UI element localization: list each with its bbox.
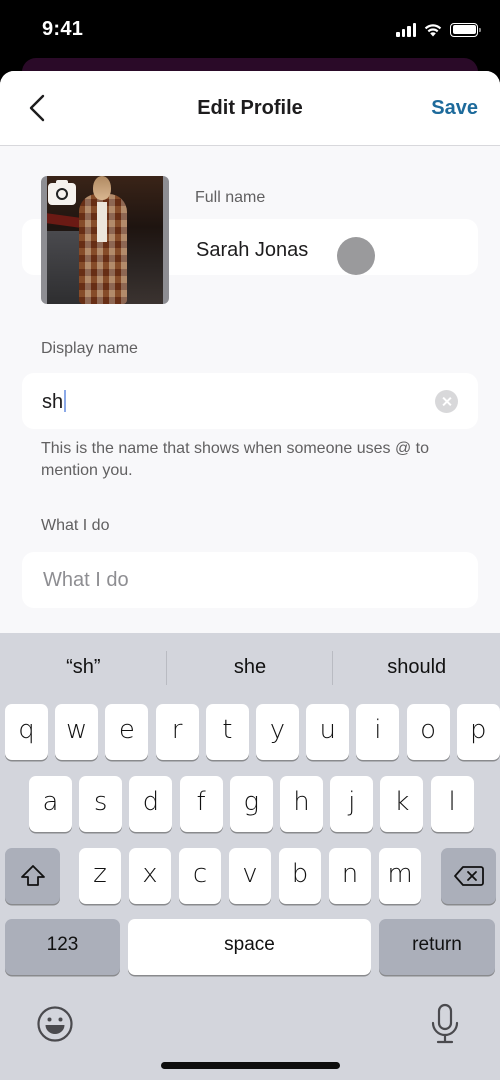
key-j[interactable]: j [330,776,374,832]
battery-icon [450,22,481,37]
key-y[interactable]: y [256,704,299,760]
battery-fill [452,25,476,34]
display-name-helper: This is the name that shows when someone… [41,440,429,479]
full-name-value[interactable]: Sarah Jonas [196,239,308,262]
what-i-do-label: What I do [41,517,110,534]
return-key[interactable]: return [379,919,495,975]
save-button[interactable]: Save [431,97,478,120]
what-i-do-input[interactable]: What I do [22,552,478,608]
text-cursor [64,390,67,412]
suggestion-divider [166,651,167,685]
suggestion-item[interactable]: “sh” [0,633,167,701]
suggestion-divider [332,651,333,685]
screen: 9:41 Edit Profile Save Full name Sarah J… [0,0,500,1080]
key-o[interactable]: o [406,704,450,760]
emoji-button[interactable] [36,1005,74,1048]
dictation-button[interactable] [429,1003,461,1050]
shift-icon [20,865,45,886]
key-q[interactable]: q [5,704,48,760]
key-u[interactable]: u [306,704,350,760]
key-r[interactable]: r [155,704,199,760]
numbers-key[interactable]: 123 [5,919,120,975]
status-bar: 9:41 [0,0,500,60]
display-name-text: sh [42,391,64,413]
key-f[interactable]: f [179,776,223,832]
delete-backspace-icon [453,866,484,886]
wifi-icon [424,24,442,37]
key-l[interactable]: l [430,776,474,832]
page-title: Edit Profile [197,97,303,119]
key-c[interactable]: c [179,848,221,904]
key-e[interactable]: e [105,704,149,760]
status-time: 9:41 [42,18,84,40]
suggestion-bar: “sh” she should [0,633,500,701]
status-icons [396,22,481,37]
suggestion-item[interactable]: she [167,633,334,701]
key-z[interactable]: z [79,848,121,904]
space-key[interactable]: space [128,919,371,975]
key-d[interactable]: d [129,776,173,832]
profile-photo[interactable] [41,176,169,304]
emoji-icon [37,1006,73,1042]
key-g[interactable]: g [229,776,273,832]
key-t[interactable]: t [205,704,249,760]
full-name-label: Full name [195,189,266,206]
photo-shirt [97,202,107,242]
microphone-icon [431,1003,459,1044]
key-i[interactable]: i [356,704,400,760]
key-a[interactable]: a [29,776,72,832]
camera-lens [56,188,68,200]
key-k[interactable]: k [380,776,424,832]
key-s[interactable]: s [79,776,123,832]
key-m[interactable]: m [379,848,421,904]
key-v[interactable]: v [229,848,271,904]
key-x[interactable]: x [129,848,171,904]
navigation-bar: Edit Profile Save [0,71,500,146]
display-name-input[interactable]: sh [22,373,478,429]
touch-indicator [337,237,375,275]
suggestion-item[interactable]: should [333,633,500,701]
key-b[interactable]: b [279,848,321,904]
keyboard: “sh” she should qwertyuiop asdfghjkl zxc… [0,633,500,1080]
home-indicator[interactable] [161,1062,340,1069]
key-w[interactable]: w [55,704,99,760]
display-name-value: sh [42,390,67,414]
key-h[interactable]: h [280,776,323,832]
delete-key[interactable] [441,848,496,904]
cellular-signal-icon [396,22,416,37]
camera-icon[interactable] [48,180,76,205]
clear-circle-icon[interactable] [435,390,458,413]
key-n[interactable]: n [329,848,371,904]
photo-head [93,176,111,200]
shift-key[interactable] [5,848,60,904]
what-i-do-placeholder: What I do [43,569,129,591]
display-name-label: Display name [41,340,138,357]
key-p[interactable]: p [456,704,500,760]
